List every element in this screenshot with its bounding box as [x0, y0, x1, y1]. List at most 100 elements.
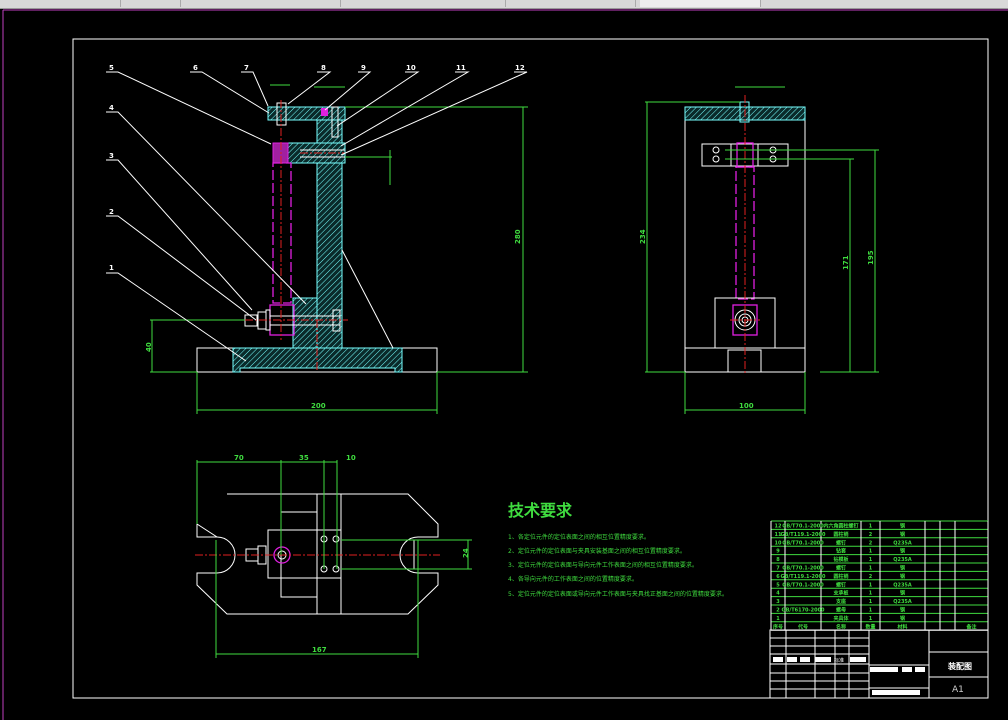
parts-list-cell: 1: [869, 616, 873, 622]
parts-list-header: 材料: [897, 623, 907, 630]
parts-list-cell: 1: [869, 557, 873, 563]
parts-list-cell: 钢: [900, 615, 905, 622]
tech-req-item: 2、定位元件的定位表面与夹具安装基面之间的相互位置精度要求。: [508, 547, 686, 555]
dim-top-length: 167: [312, 646, 327, 654]
parts-list-cell: 钢: [900, 523, 905, 530]
dim-side-width: 100: [739, 402, 754, 410]
parts-list-cell: GB/T70.1-2000: [782, 582, 824, 588]
parts-list-cell: GB/T70.1-2000: [782, 524, 824, 530]
parts-list-header: 代号: [797, 623, 808, 630]
balloon-number: 2: [109, 208, 114, 216]
title-block-mark: 标准: [834, 657, 844, 664]
drawing-name: 装配图: [947, 661, 972, 671]
dim-side-h1: 171: [842, 255, 850, 270]
parts-list-cell: 1: [869, 524, 873, 530]
sheet-size: A1: [952, 685, 964, 695]
balloon-number: 12: [515, 64, 525, 72]
parts-list-cell: 10: [775, 540, 782, 546]
side-view: 234 171 195 100: [639, 86, 879, 414]
parts-list-cell: Q235A: [893, 599, 912, 605]
front-view: 280 40 200: [145, 84, 528, 414]
balloon-number: 10: [406, 64, 416, 72]
balloon-number: 3: [109, 152, 114, 160]
balloon-number: 5: [109, 64, 114, 72]
parts-list-cell: 1: [869, 608, 873, 614]
cad-drawing-canvas[interactable]: 280 40 200 1 2 3 4 5 6 7 8 9 10 11 12 23…: [0, 0, 1008, 720]
balloon-number: 9: [361, 64, 366, 72]
parts-list-cell: 钢: [900, 607, 905, 614]
parts-list-cell: 圆柱销: [833, 573, 848, 580]
parts-list-cell: 2: [869, 532, 873, 538]
parts-list-cell: GB/T6170-2000: [781, 608, 825, 614]
dim-front-base-height: 40: [145, 342, 153, 352]
parts-list-cell: 1: [869, 549, 873, 555]
dim-front-width: 200: [311, 402, 326, 410]
dim-top-slot: 24: [462, 548, 470, 558]
parts-list-cell: GB/T119.1-2000: [781, 574, 826, 580]
parts-list-cell: Q235A: [893, 540, 912, 546]
parts-list-cell: 钢: [900, 531, 905, 538]
drawing-frame: [72, 38, 989, 699]
parts-list-cell: 2: [776, 608, 780, 614]
parts-list-cell: 7: [776, 566, 780, 572]
dim-side-height: 234: [639, 229, 647, 244]
parts-list-cell: 夹具体: [833, 615, 849, 622]
parts-list-cell: 1: [869, 582, 873, 588]
parts-list-cell: 4: [776, 591, 780, 597]
title-block: 标准 装配图 A1: [769, 629, 989, 699]
parts-list-cell: 螺钉: [836, 565, 846, 572]
parts-list-cell: 螺钉: [836, 539, 846, 546]
parts-list-cell: 钢: [900, 573, 905, 580]
parts-list-cell: 钻套: [836, 548, 846, 555]
tech-req-title: 技术要求: [508, 501, 573, 520]
parts-list-header: 数量: [865, 623, 875, 630]
parts-list-cell: 内六角圆柱螺钉: [823, 523, 858, 530]
parts-list-cell: 5: [776, 582, 780, 588]
tech-req-item: 3、定位元件的定位表面与导向元件工作表面之间的相互位置精度要求。: [508, 561, 698, 569]
dim-front-height: 280: [514, 229, 522, 244]
parts-list: 12 GB/T70.1-2000 内六角圆柱螺钉 1 钢11 GB/T119.1-2000…: [770, 520, 989, 631]
dim-top-d3: 10: [346, 454, 356, 462]
top-view: 70 35 10 167 24: [195, 454, 472, 658]
tech-req-item: 1、各定位元件的定位表面之间的相互位置精度要求。: [508, 533, 650, 541]
balloon-number: 1: [109, 264, 114, 272]
parts-list-cell: 支承板: [832, 590, 849, 597]
parts-list-header: 序号: [772, 623, 783, 630]
tech-req-item: 5、定位元件的定位表面或导向元件工作表面与夹具找正基面之间的位置精度要求。: [508, 590, 728, 598]
parts-list-cell: 1: [869, 591, 873, 597]
tech-req-item: 4、各导向元件的工作表面之间的位置精度要求。: [508, 575, 638, 583]
parts-list-cell: 钢: [900, 548, 905, 555]
dim-side-h2: 195: [867, 250, 875, 265]
parts-list-cell: Q235A: [893, 582, 912, 588]
parts-list-cell: 12: [775, 524, 782, 530]
parts-list-cell: 圆柱销: [833, 531, 848, 538]
parts-list-cell: GB/T119.1-2000: [781, 532, 826, 538]
parts-list-cell: 9: [776, 549, 780, 555]
parts-list-cell: 8: [776, 557, 780, 563]
balloon-number: 11: [456, 64, 466, 72]
balloon-number: 8: [321, 64, 326, 72]
parts-list-cell: 螺钉: [836, 581, 846, 588]
parts-list-cell: 钢: [900, 565, 905, 572]
balloon-number: 4: [109, 104, 114, 112]
parts-list-cell: 螺母: [836, 607, 846, 614]
dim-top-d2: 35: [299, 454, 309, 462]
parts-list-header: 名称: [836, 623, 846, 630]
parts-list-cell: 2: [869, 540, 873, 546]
balloon-number: 6: [193, 64, 198, 72]
parts-list-cell: GB/T70.1-2000: [782, 566, 824, 572]
parts-list-cell: 1: [869, 566, 873, 572]
parts-list-cell: 1: [776, 616, 780, 622]
technical-requirements: 技术要求 1、各定位元件的定位表面之间的相互位置精度要求。 2、定位元件的定位表…: [508, 501, 728, 598]
parts-list-cell: 支座: [835, 598, 846, 605]
balloon-number: 7: [244, 64, 249, 72]
parts-list-cell: Q235A: [893, 557, 912, 563]
parts-list-cell: 钻模板: [833, 556, 849, 563]
parts-list-cell: 3: [776, 599, 780, 605]
dim-top-d1: 70: [234, 454, 244, 462]
parts-list-cell: 钢: [900, 590, 905, 597]
parts-list-cell: 2: [869, 574, 873, 580]
parts-list-cell: 1: [869, 599, 873, 605]
parts-list-header: 备注: [965, 623, 976, 630]
parts-list-cell: GB/T70.1-2000: [782, 540, 824, 546]
